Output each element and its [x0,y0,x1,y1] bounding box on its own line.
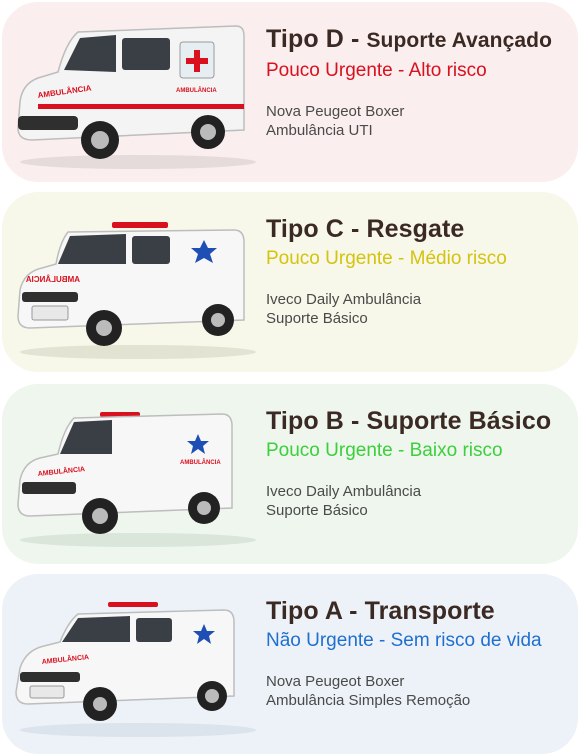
ambulance-card-tipo-b: AMBULÂNCIA AMBULÂNCIA Tipo B - Suporte B… [2,384,578,564]
urgency-level: Pouco Urgente - Baixo risco [266,440,503,461]
van-label: AMBULÂNCIA [26,275,80,284]
card-title: Tipo D - Suporte Avançado [266,25,553,53]
ambulance-card-tipo-c: AMBULÂNCIA Tipo C - Resgate Pouco Urgent… [2,192,578,372]
card-service-name: Resgate [366,215,465,243]
ambulance-category: Ambulância UTI [266,122,373,139]
citroen-jumpy-ambulance-illustration: AMBULÂNCIA [17,222,256,359]
urgency-level: Pouco Urgente - Alto risco [266,60,487,81]
urgency-level: Não Urgente - Sem risco de vida [266,630,542,651]
peugeot-expert-ambulance-illustration: AMBULÂNCIA [15,602,256,737]
card-service-name: Suporte Básico [366,407,552,435]
ambulance-card-tipo-d: AMBULÂNCIA AMBULÂNCIA Tipo D - Suporte A… [2,2,578,182]
card-title: Tipo B - Suporte Básico [266,407,552,435]
card-info: Tipo B - Suporte Básico Pouco Urgente - … [266,406,576,520]
card-info: Tipo A - Transporte Não Urgente - Sem ri… [266,596,576,710]
card-service-name: Suporte Avançado [366,29,553,52]
ambulance-category: Suporte Básico [266,502,368,519]
card-title: Tipo C - Resgate [266,215,465,243]
card-type: Tipo A [266,597,343,625]
urgency-level: Pouco Urgente - Médio risco [266,248,507,269]
vehicle-model: Nova Peugeot Boxer [266,103,405,120]
vehicle-model: Iveco Daily Ambulância [266,291,422,308]
fiat-ducato-ambulance-illustration: AMBULÂNCIA AMBULÂNCIA [17,412,256,547]
svg-text:AMBULÂNCIA: AMBULÂNCIA [176,87,217,94]
card-type: Tipo B [266,407,344,435]
card-type: Tipo D [266,25,344,53]
ambulance-card-tipo-a: AMBULÂNCIA Tipo A - Transporte Não Urgen… [2,574,578,754]
vehicle-description: Iveco Daily Ambulância Suporte Básico [266,482,576,520]
vehicle-description: Nova Peugeot Boxer Ambulância UTI [266,102,576,140]
card-info: Tipo C - Resgate Pouco Urgente - Médio r… [266,214,576,328]
vehicle-model: Nova Peugeot Boxer [266,673,405,690]
ambulance-van-image: AMBULÂNCIA [8,584,258,744]
ambulance-type-list: AMBULÂNCIA AMBULÂNCIA Tipo D - Suporte A… [0,0,580,754]
vehicle-description: Nova Peugeot Boxer Ambulância Simples Re… [266,672,576,710]
peugeot-boxer-ambulance-illustration: AMBULÂNCIA AMBULÂNCIA [17,25,256,169]
vehicle-description: Iveco Daily Ambulância Suporte Básico [266,290,576,328]
card-title: Tipo A - Transporte [266,597,495,625]
ambulance-van-image: AMBULÂNCIA [8,202,258,362]
card-info: Tipo D - Suporte Avançado Pouco Urgente … [266,24,576,140]
card-service-name: Transporte [364,597,495,625]
card-type: Tipo C [266,215,344,243]
ambulance-category: Ambulância Simples Remoção [266,692,471,709]
ambulance-van-image: AMBULÂNCIA AMBULÂNCIA [8,12,258,172]
svg-text:AMBULÂNCIA: AMBULÂNCIA [180,459,221,466]
ambulance-category: Suporte Básico [266,310,368,327]
vehicle-model: Iveco Daily Ambulância [266,483,422,500]
ambulance-van-image: AMBULÂNCIA AMBULÂNCIA [8,394,258,554]
